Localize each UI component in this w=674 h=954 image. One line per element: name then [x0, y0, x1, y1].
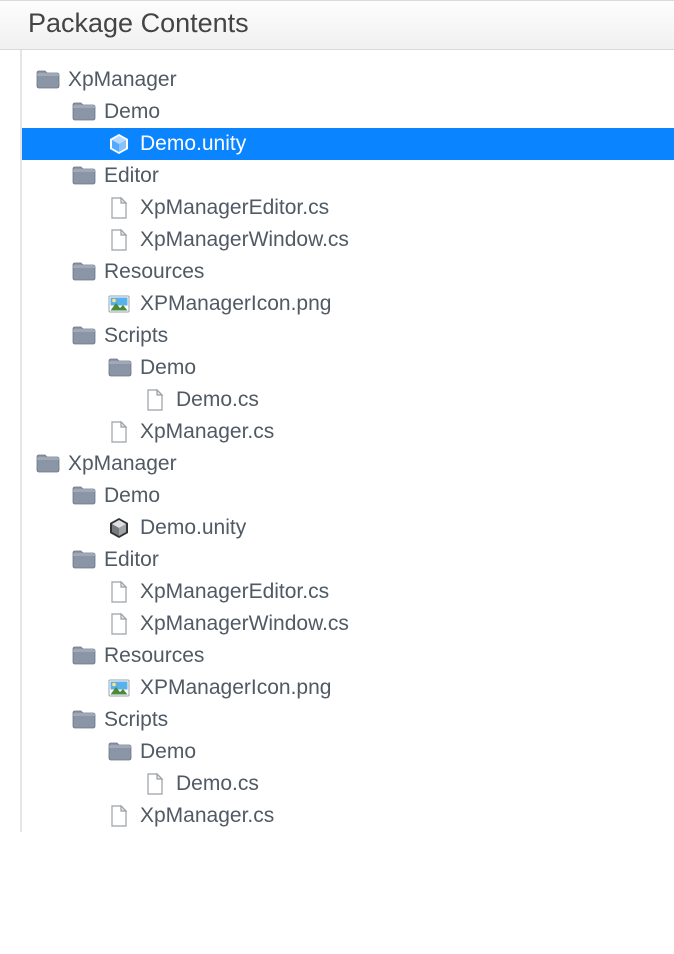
panel-title: Package Contents [0, 0, 674, 50]
tree-item[interactable]: XpManagerEditor.cs [22, 192, 674, 224]
folder-icon [72, 485, 96, 507]
tree-item-label: XpManager.cs [140, 804, 274, 828]
file-icon [108, 421, 132, 443]
tree-item-label: Scripts [104, 324, 168, 348]
tree-item-label: Demo [140, 740, 196, 764]
tree-item[interactable]: XPManagerIcon.png [22, 672, 674, 704]
tree-item[interactable]: XPManagerIcon.png [22, 288, 674, 320]
tree-item[interactable]: XpManager [22, 64, 674, 96]
file-icon [108, 197, 132, 219]
tree-item-label: XpManagerEditor.cs [140, 196, 329, 220]
folder-icon [72, 709, 96, 731]
folder-icon [72, 261, 96, 283]
file-icon [108, 581, 132, 603]
tree-item-label: XpManager [68, 68, 177, 92]
unity-icon [108, 133, 132, 155]
tree-item[interactable]: XpManagerEditor.cs [22, 576, 674, 608]
tree-item-label: Demo.cs [176, 772, 259, 796]
file-icon [108, 805, 132, 827]
tree-item[interactable]: Demo.unity [22, 512, 674, 544]
file-icon [144, 773, 168, 795]
tree-item-label: Demo [104, 484, 160, 508]
tree-item-label: Resources [104, 644, 204, 668]
folder-icon [108, 741, 132, 763]
file-icon [108, 613, 132, 635]
tree-item[interactable]: XpManager.cs [22, 416, 674, 448]
tree-item[interactable]: Demo [22, 480, 674, 512]
folder-icon [72, 325, 96, 347]
tree-item-label: XpManager [68, 452, 177, 476]
tree-item-label: Demo [104, 100, 160, 124]
folder-icon [72, 549, 96, 571]
tree-item-label: Editor [104, 164, 159, 188]
tree-item[interactable]: Editor [22, 544, 674, 576]
folder-icon [72, 165, 96, 187]
tree-item[interactable]: Scripts [22, 704, 674, 736]
tree-item[interactable]: Demo.cs [22, 384, 674, 416]
tree-item[interactable]: XpManagerWindow.cs [22, 224, 674, 256]
tree-item-label: Demo.unity [140, 132, 246, 156]
tree-item[interactable]: Editor [22, 160, 674, 192]
file-icon [108, 229, 132, 251]
image-icon [108, 293, 132, 315]
folder-icon [36, 69, 60, 91]
tree-item-label: XpManager.cs [140, 420, 274, 444]
tree-item-label: Editor [104, 548, 159, 572]
tree-item[interactable]: Demo [22, 352, 674, 384]
package-contents-panel: Package Contents XpManager Demo Demo.unity… [0, 0, 674, 832]
tree-item[interactable]: XpManagerWindow.cs [22, 608, 674, 640]
folder-icon [108, 357, 132, 379]
tree-item-label: XpManagerEditor.cs [140, 580, 329, 604]
file-icon [144, 389, 168, 411]
tree-item[interactable]: Demo.cs [22, 768, 674, 800]
tree-item-label: XPManagerIcon.png [140, 292, 331, 316]
tree-item-label: Scripts [104, 708, 168, 732]
tree-item-label: Demo.unity [140, 516, 246, 540]
tree-item-label: XPManagerIcon.png [140, 676, 331, 700]
tree-item-label: Demo.cs [176, 388, 259, 412]
tree-item[interactable]: Scripts [22, 320, 674, 352]
tree-item-label: XpManagerWindow.cs [140, 228, 349, 252]
tree-item-label: XpManagerWindow.cs [140, 612, 349, 636]
folder-icon [72, 101, 96, 123]
tree-item[interactable]: XpManager.cs [22, 800, 674, 832]
tree-item[interactable]: Resources [22, 640, 674, 672]
tree-item-label: Demo [140, 356, 196, 380]
tree-item[interactable]: XpManager [22, 448, 674, 480]
tree-item[interactable]: Demo.unity [22, 128, 674, 160]
tree-item[interactable]: Demo [22, 736, 674, 768]
image-icon [108, 677, 132, 699]
folder-icon [72, 645, 96, 667]
folder-icon [36, 453, 60, 475]
tree-item[interactable]: Demo [22, 96, 674, 128]
tree-item-label: Resources [104, 260, 204, 284]
unity-icon [108, 517, 132, 539]
tree-item[interactable]: Resources [22, 256, 674, 288]
file-tree: XpManagerDemoDemo.unityEditorXpManagerEd… [20, 50, 674, 832]
